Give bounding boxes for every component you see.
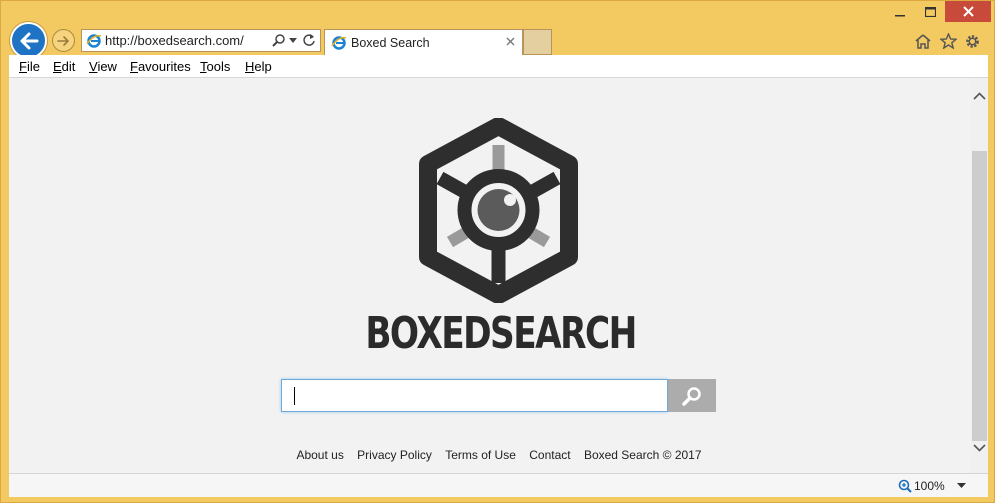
browser-window: http://boxedsearch.com/ Boxed Search Fil… xyxy=(0,0,995,503)
footer-copyright: Boxed Search © 2017 xyxy=(583,448,702,462)
minimize-icon xyxy=(895,15,905,17)
menu-favourites[interactable]: Favourites xyxy=(130,59,191,74)
settings-button[interactable] xyxy=(962,31,982,51)
new-tab-button[interactable] xyxy=(523,29,552,55)
scroll-down-icon[interactable] xyxy=(973,444,986,452)
favorites-button[interactable] xyxy=(938,31,958,51)
address-bar[interactable]: http://boxedsearch.com/ xyxy=(81,29,321,52)
scroll-up-icon[interactable] xyxy=(973,92,986,100)
ie-icon xyxy=(86,34,102,48)
tab-title: Boxed Search xyxy=(351,36,430,50)
brand-title: BOXEDSEARCH xyxy=(365,308,637,359)
text-caret xyxy=(294,387,295,405)
menu-tools[interactable]: Tools xyxy=(200,59,230,74)
footer-links: About us Privacy Policy Terms of Use Con… xyxy=(9,448,989,462)
url-text[interactable]: http://boxedsearch.com/ xyxy=(105,33,244,48)
forward-button[interactable] xyxy=(52,29,75,52)
menu-help[interactable]: Help xyxy=(245,59,272,74)
star-icon xyxy=(939,33,957,49)
menu-view[interactable]: View xyxy=(89,59,117,74)
home-button[interactable] xyxy=(913,31,933,51)
zoom-level[interactable]: 100% xyxy=(914,479,945,493)
status-bar: 100% xyxy=(9,473,988,497)
forward-arrow-icon xyxy=(57,35,69,46)
tab-close-icon[interactable] xyxy=(506,37,515,46)
chevron-down-icon[interactable] xyxy=(289,38,297,43)
gear-icon xyxy=(965,34,979,48)
search-input[interactable] xyxy=(281,379,668,412)
minimize-button[interactable] xyxy=(885,1,915,23)
ie-icon xyxy=(331,36,347,50)
close-icon xyxy=(962,6,974,17)
page-content: BOXEDSEARCH About us Privacy Policy Term… xyxy=(9,78,971,473)
footer-terms-link[interactable]: Terms of Use xyxy=(445,448,516,462)
zoom-icon xyxy=(898,479,912,493)
magnifier-icon xyxy=(682,386,701,406)
boxedsearch-logo xyxy=(419,118,578,303)
footer-privacy-link[interactable]: Privacy Policy xyxy=(357,448,432,462)
chevron-down-icon[interactable] xyxy=(957,483,966,488)
menu-edit[interactable]: Edit xyxy=(53,59,75,74)
address-search-icon[interactable] xyxy=(272,33,286,47)
back-button[interactable] xyxy=(10,22,47,59)
maximize-icon xyxy=(924,7,936,17)
footer-about-link[interactable]: About us xyxy=(296,448,343,462)
vertical-scrollbar[interactable] xyxy=(971,78,988,473)
tab-boxed-search[interactable]: Boxed Search xyxy=(324,29,523,56)
scroll-thumb[interactable] xyxy=(972,151,987,441)
menu-bar: File Edit View Favourites Tools Help xyxy=(9,55,988,78)
footer-contact-link[interactable]: Contact xyxy=(529,448,570,462)
menu-file[interactable]: File xyxy=(19,59,40,74)
refresh-icon[interactable] xyxy=(302,33,316,47)
home-icon xyxy=(915,33,931,49)
maximize-button[interactable] xyxy=(915,1,945,23)
close-button[interactable] xyxy=(945,1,991,22)
search-button[interactable] xyxy=(668,379,716,412)
back-arrow-icon xyxy=(20,32,38,49)
